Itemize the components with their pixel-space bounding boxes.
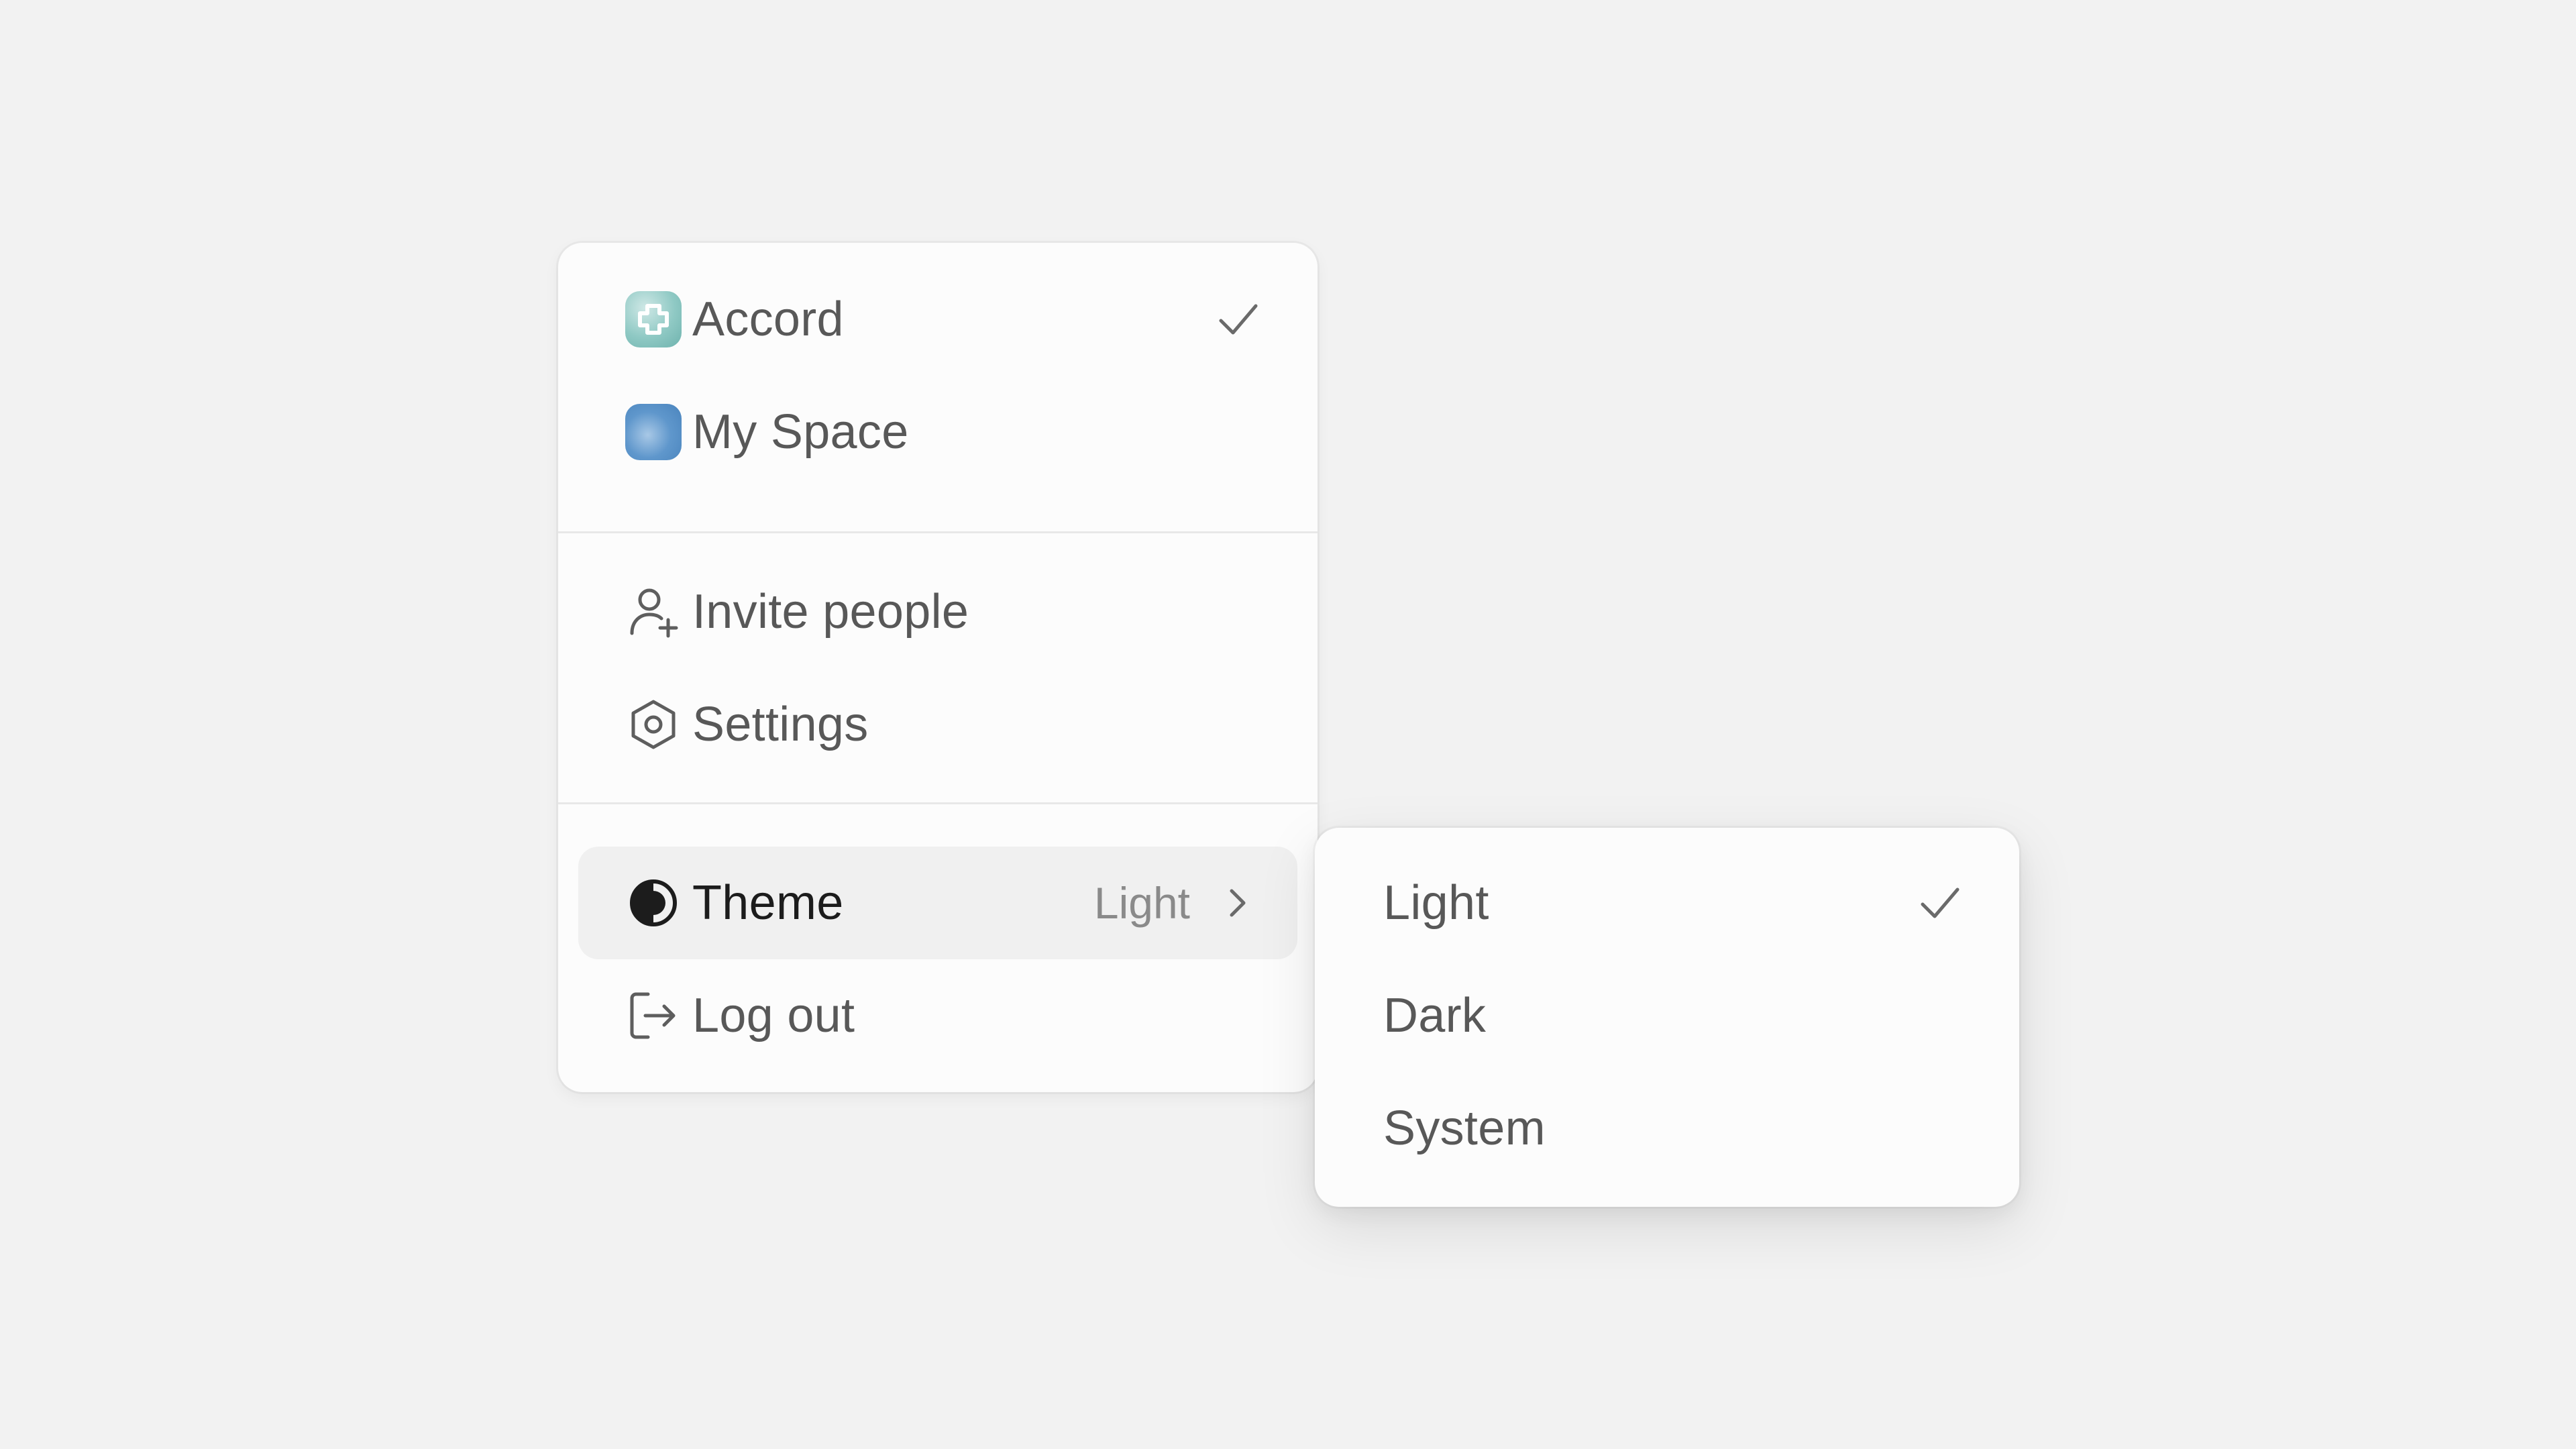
user-plus-icon bbox=[625, 584, 682, 640]
invite-people-item[interactable]: Invite people bbox=[578, 555, 1297, 668]
theme-option-system[interactable]: System bbox=[1335, 1072, 1999, 1185]
my-space-avatar-icon bbox=[625, 404, 682, 460]
theme-label: Theme bbox=[692, 876, 844, 930]
theme-item[interactable]: Theme Light bbox=[578, 847, 1297, 959]
invite-people-label: Invite people bbox=[692, 585, 969, 639]
chevron-right-icon bbox=[1217, 883, 1257, 923]
logout-item[interactable]: Log out bbox=[578, 959, 1297, 1072]
settings-label: Settings bbox=[692, 698, 869, 751]
checkmark-icon bbox=[1916, 879, 1964, 927]
theme-submenu: Light Dark System bbox=[1315, 828, 2019, 1207]
logout-icon bbox=[625, 987, 682, 1044]
theme-option-dark[interactable]: Dark bbox=[1335, 959, 1999, 1072]
accord-logo-icon bbox=[625, 291, 682, 347]
theme-option-light[interactable]: Light bbox=[1335, 847, 1999, 959]
theme-option-label: System bbox=[1383, 1102, 1546, 1155]
workspace-label-my-space: My Space bbox=[692, 405, 909, 459]
workspace-item-accord[interactable]: Accord bbox=[578, 263, 1297, 376]
logout-label: Log out bbox=[692, 989, 855, 1042]
gear-icon bbox=[625, 696, 682, 753]
menu-divider bbox=[558, 802, 1318, 804]
settings-item[interactable]: Settings bbox=[578, 668, 1297, 781]
checkmark-icon bbox=[1214, 295, 1263, 343]
workspace-item-my-space[interactable]: My Space bbox=[578, 376, 1297, 488]
theme-option-label: Dark bbox=[1383, 989, 1487, 1042]
menu-divider bbox=[558, 531, 1318, 533]
contrast-icon bbox=[625, 875, 682, 931]
workspace-label-accord: Accord bbox=[692, 292, 844, 346]
account-menu: Accord My Space Invite people Settings T… bbox=[558, 243, 1318, 1092]
theme-current-value: Light bbox=[1093, 878, 1190, 928]
theme-option-label: Light bbox=[1383, 876, 1489, 930]
